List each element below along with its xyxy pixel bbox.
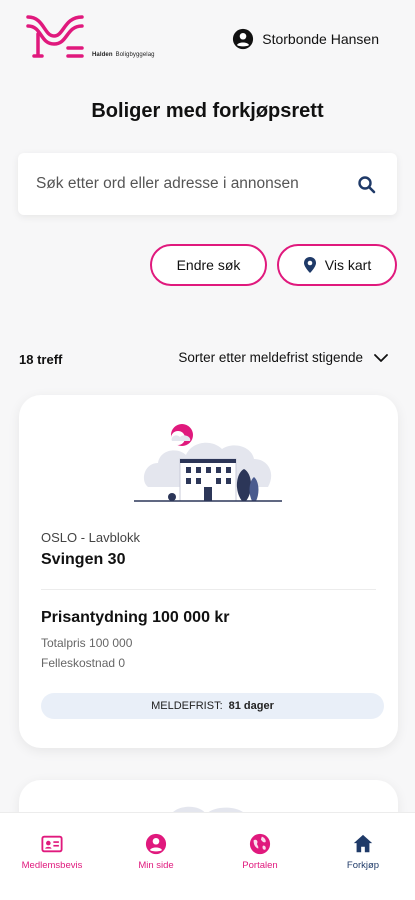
listing-address: Svingen 30 [41,551,126,568]
deadline-value: 81 dager [228,700,274,712]
globe-icon [249,833,271,855]
building-illustration-icon [134,424,282,502]
listing-card[interactable]: OSLO - Lavblokk Svingen 30 Prisantydning… [19,395,398,748]
listing-price: Prisantydning 100 000 kr [41,609,230,626]
tab-label: Min side [138,860,174,871]
user-menu[interactable]: Storbonde Hansen [232,28,379,50]
search-icon[interactable] [357,175,377,195]
tab-portalen[interactable]: Portalen [208,833,312,871]
sort-label: Sorter etter meldefrist stigende [178,350,363,365]
sort-dropdown[interactable]: Sorter etter meldefrist stigende [178,350,389,365]
user-name: Storbonde Hansen [262,31,379,47]
logo[interactable]: Halden Boligbyggelag [24,14,184,64]
tab-medlemsbevis[interactable]: Medlemsbevis [0,833,104,871]
listing-shared-cost: Felleskostnad 0 [41,656,126,670]
account-circle-icon [233,28,254,50]
map-pin-icon [303,257,316,273]
tab-label: Forkjøp [346,860,380,871]
logo-mark-icon [26,15,84,58]
chevron-down-icon [374,353,388,362]
divider [41,589,376,590]
show-map-button[interactable]: Vis kart [277,244,397,286]
search-bar[interactable]: Søk etter ord eller adresse i annonsen [18,153,397,215]
show-map-label: Vis kart [324,257,372,273]
home-icon [353,834,373,853]
logo-subtitle: Boligbyggelag [115,52,155,58]
tab-forkjop[interactable]: Forkjøp [311,833,415,871]
user-icon [145,833,167,855]
edit-search-button[interactable]: Endre søk [150,244,267,286]
listing-location: OSLO - Lavblokk [41,530,140,545]
tab-min-side[interactable]: Min side [104,833,208,871]
tab-label: Medlemsbevis [21,860,83,871]
id-card-icon [41,835,63,853]
search-input[interactable]: Søk etter ord eller adresse i annonsen [36,175,299,193]
logo-text: Halden Boligbyggelag [92,52,155,58]
listing-total-price: Totalpris 100 000 [41,636,133,650]
page-title: Boliger med forkjøpsrett [91,100,324,122]
result-count: 18 treff [19,352,63,367]
bottom-tab-bar: Medlemsbevis Min side Portalen Forkjøp [0,812,415,900]
deadline-label: MELDEFRIST: [151,700,223,712]
app-header: Halden Boligbyggelag Storbonde Hansen [0,0,415,80]
deadline-badge: MELDEFRIST: 81 dager [41,693,384,719]
edit-search-label: Endre søk [176,257,241,273]
tab-label: Portalen [242,860,278,871]
logo-name: Halden [92,52,113,58]
